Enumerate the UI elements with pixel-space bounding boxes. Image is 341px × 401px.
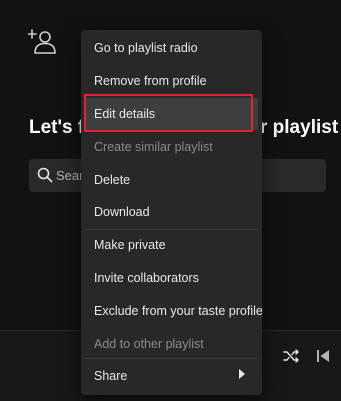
menu-item-make-private[interactable]: Make private [85, 229, 258, 261]
menu-item-create-similar-playlist: Create similar playlist [85, 131, 258, 163]
menu-item-label: Add to other playlist [94, 337, 204, 351]
search-placeholder: Sear [56, 168, 84, 183]
menu-item-add-to-other-playlist: Add to other playlist [85, 328, 258, 360]
search-icon [37, 167, 53, 183]
page-heading-continued: r playlist [260, 117, 339, 138]
menu-item-label: Download [94, 205, 150, 219]
add-user-icon[interactable] [28, 27, 58, 57]
chevron-right-icon [239, 369, 245, 379]
menu-item-label: Share [94, 369, 128, 383]
menu-item-label: Invite collaborators [94, 271, 199, 285]
menu-item-download[interactable]: Download [85, 196, 258, 228]
menu-item-go-to-playlist-radio[interactable]: Go to playlist radio [85, 32, 258, 64]
menu-divider [85, 358, 258, 359]
menu-item-label: Remove from profile [94, 74, 207, 88]
menu-item-label: Go to playlist radio [94, 41, 198, 55]
shuffle-icon[interactable] [283, 348, 299, 364]
menu-item-delete[interactable]: Delete [85, 164, 258, 196]
menu-item-share[interactable]: Share [85, 360, 258, 392]
menu-item-invite-collaborators[interactable]: Invite collaborators [85, 262, 258, 294]
menu-item-label: Exclude from your taste profile [94, 304, 263, 318]
menu-item-remove-from-profile[interactable]: Remove from profile [85, 65, 258, 97]
previous-icon[interactable] [316, 348, 330, 364]
menu-item-exclude-from-taste-profile[interactable]: Exclude from your taste profile [85, 295, 263, 327]
menu-item-label: Create similar playlist [94, 140, 213, 154]
menu-item-label: Make private [94, 238, 166, 252]
playlist-context-menu: Go to playlist radio Remove from profile… [81, 30, 263, 395]
annotation-highlight-box [84, 94, 253, 132]
menu-item-label: Delete [94, 173, 131, 187]
